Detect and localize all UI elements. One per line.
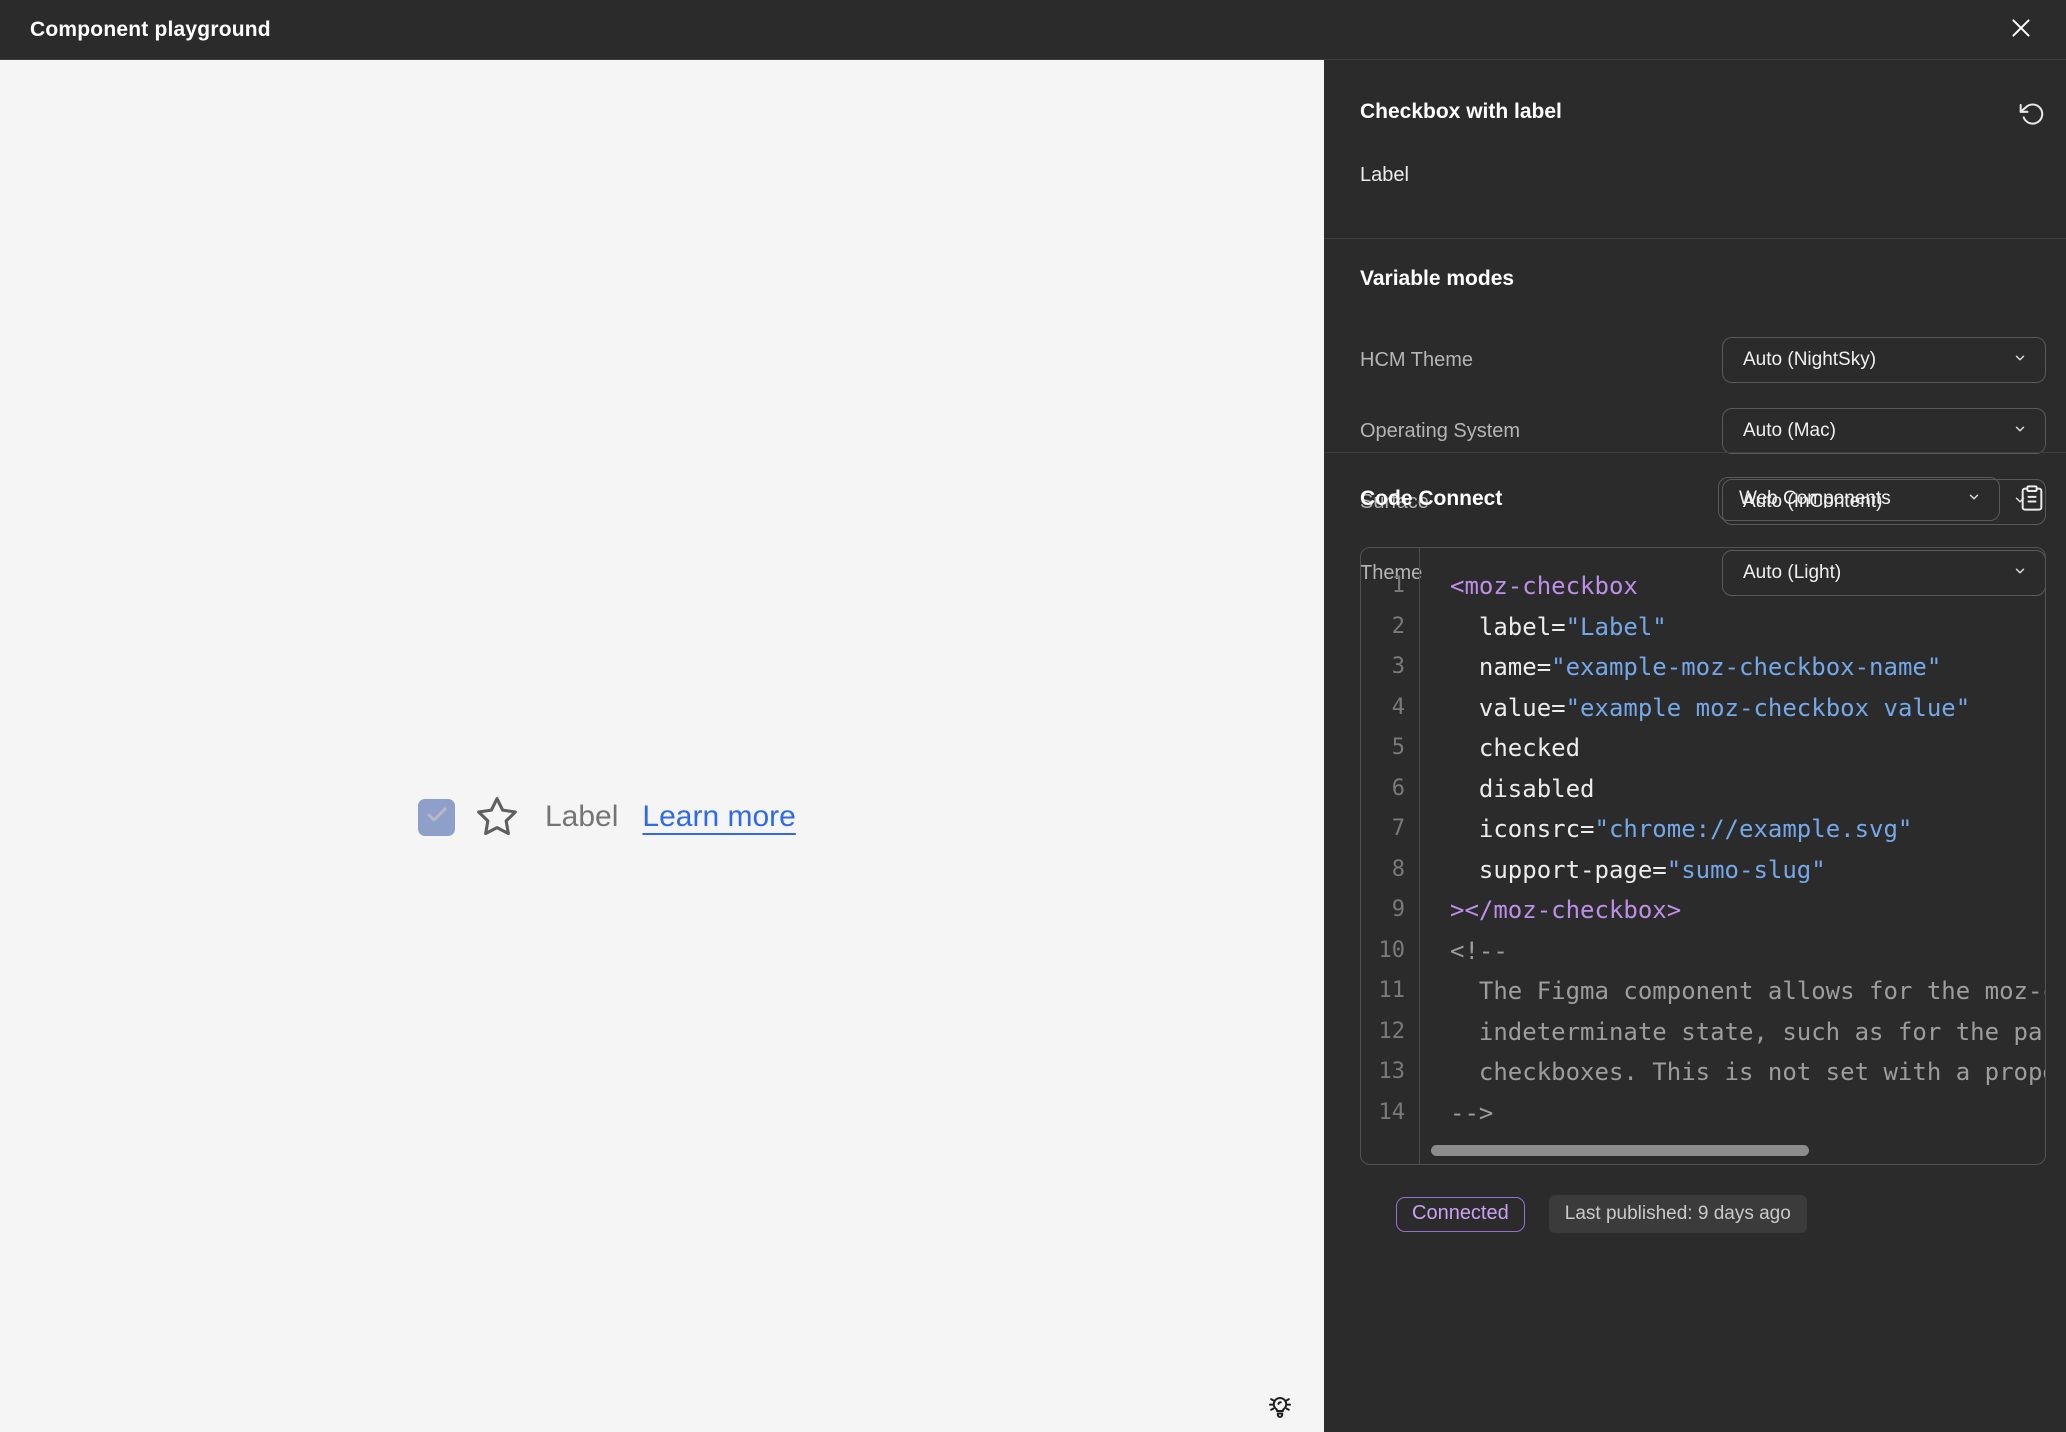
code-line: disabled [1450,769,2045,810]
code-line-number: 2 [1391,613,1405,639]
select-value: Auto (Mac) [1743,420,1836,441]
close-icon [2008,15,2034,44]
code-token: = [1551,693,1566,722]
code-token: value [1450,693,1552,722]
hcm-theme-select[interactable]: Auto (NightSky) [1722,337,2046,383]
code-horizontal-scrollbar[interactable] [1431,1145,1809,1156]
code-line-number: 13 [1378,1059,1406,1084]
code-line: label="Label" [1450,607,2045,648]
code-line-number: 12 [1378,1018,1406,1044]
select-value: Web Components [1739,488,1891,509]
code-language-select[interactable]: Web Components [1718,477,2000,521]
component-canvas: Label Learn more [0,60,1324,1432]
code-line: checkboxes. This is not set with a prope [1450,1052,2045,1093]
code-line-number: 9 [1391,897,1405,922]
code-token: name [1450,653,1537,681]
code-token: = [1580,815,1595,843]
code-connect-section: Code Connect Web Components 1 2 3 4 5 6 … [1324,453,2066,1432]
reset-icon [2019,100,2046,130]
main-area: Label Learn more Checkbox with label Lab… [0,60,2066,1432]
code-line: ></moz-checkbox> [1450,890,2045,931]
code-token: --> [1450,1098,1494,1127]
code-line-number: 5 [1391,735,1405,760]
code-line: name="example-moz-checkbox-name" [1450,647,2045,688]
code-token: "sumo-slug" [1666,855,1826,884]
mode-row-hcm-theme: HCM Theme Auto (NightSky) [1360,337,2046,383]
code-line-number: 14 [1378,1099,1406,1125]
clipboard-icon [2018,483,2046,516]
component-label-text: Label [1360,164,1409,186]
code-token: = [1652,855,1667,884]
code-line: support-page="sumo-slug" [1450,850,2045,891]
code-line-number: 6 [1391,775,1405,801]
code-token: checked [1450,734,1581,762]
code-line: checked [1450,728,2045,769]
code-line: --> [1450,1093,2045,1134]
checkmark-icon [425,803,449,832]
code-token: iconsrc [1450,815,1581,843]
code-line-numbers: 1 2 3 4 5 6 7 8 9 10 11 12 13 14 [1361,548,1420,1164]
variable-modes-section: Variable modes HCM Theme Auto (NightSky)… [1324,239,2066,596]
top-bar: Component playground [0,0,2066,60]
mode-label: Operating System [1360,419,1521,442]
code-token: = [1551,612,1566,641]
code-token: ></moz-checkbox> [1450,896,1682,924]
code-content: <moz-checkbox label="Label" name="exampl… [1420,548,2045,1164]
code-line-number: 4 [1391,694,1405,720]
preview-checkbox[interactable] [418,798,455,836]
code-line-number: 11 [1378,978,1406,1003]
connected-status-badge[interactable]: Connected [1396,1196,1525,1232]
code-token: <!-- [1450,936,1508,965]
code-token: = [1536,653,1552,681]
code-line: The Figma component allows for the moz-c… [1450,971,2045,1012]
star-icon [475,795,519,839]
chevron-down-icon [1967,490,1981,509]
mode-label: HCM Theme [1360,348,1473,371]
copy-code-button[interactable] [2018,483,2046,516]
operating-system-select[interactable]: Auto (Mac) [1722,408,2046,454]
component-title: Checkbox with label [1360,100,1562,123]
reset-button[interactable] [2019,100,2046,130]
code-line: value="example moz-checkbox value" [1450,688,2045,729]
checkbox-component-preview: Label Learn more [418,795,796,839]
code-line: iconsrc="chrome://example.svg" [1450,809,2045,850]
code-token: checkboxes. This is not set with a prope [1450,1058,2045,1086]
code-token: support-page [1450,855,1653,884]
code-token: "example-moz-checkbox-name" [1551,653,1942,681]
code-line-number: 1 [1391,573,1405,598]
panel-header: Checkbox with label Label [1324,60,2066,238]
code-token: disabled [1450,774,1595,803]
window-title: Component playground [30,17,271,41]
code-token: "chrome://example.svg" [1594,815,1913,843]
code-snippet-box: 1 2 3 4 5 6 7 8 9 10 11 12 13 14 <moz-checkbox label=… [1360,547,2046,1165]
code-token: The Figma component allows for the moz-c… [1450,977,2045,1005]
code-line-number: 10 [1378,937,1406,963]
code-token: indeterminate state, such as for the par [1450,1017,2045,1046]
code-token: <moz-checkbox [1450,572,1638,600]
code-connect-heading: Code Connect [1360,487,1503,510]
chevron-down-icon [2013,422,2027,441]
close-button[interactable] [2006,15,2036,45]
code-line-number: 3 [1391,654,1405,679]
select-value: Auto (NightSky) [1743,349,1877,370]
code-connect-footer: Connected Last published: 9 days ago [1360,1165,2046,1233]
last-published-badge: Last published: 9 days ago [1548,1195,1807,1233]
code-line-number: 8 [1391,856,1405,882]
preview-checkbox-label: Label [545,800,619,833]
variable-modes-heading: Variable modes [1360,267,1515,290]
mode-row-operating-system: Operating System Auto (Mac) [1360,408,2046,454]
code-token: "example moz-checkbox value" [1565,693,1971,722]
code-line: indeterminate state, such as for the par [1450,1012,2045,1053]
code-line: <!-- [1450,931,2045,972]
code-line-number: 7 [1391,816,1405,841]
code-token: label [1450,612,1552,641]
learn-more-link[interactable]: Learn more [642,800,795,834]
lightbulb-icon[interactable] [1264,1389,1296,1426]
properties-panel: Checkbox with label Label Variable modes… [1324,60,2066,1432]
chevron-down-icon [2013,351,2027,370]
code-token: "Label" [1565,612,1667,641]
code-line: <moz-checkbox [1450,566,2045,607]
